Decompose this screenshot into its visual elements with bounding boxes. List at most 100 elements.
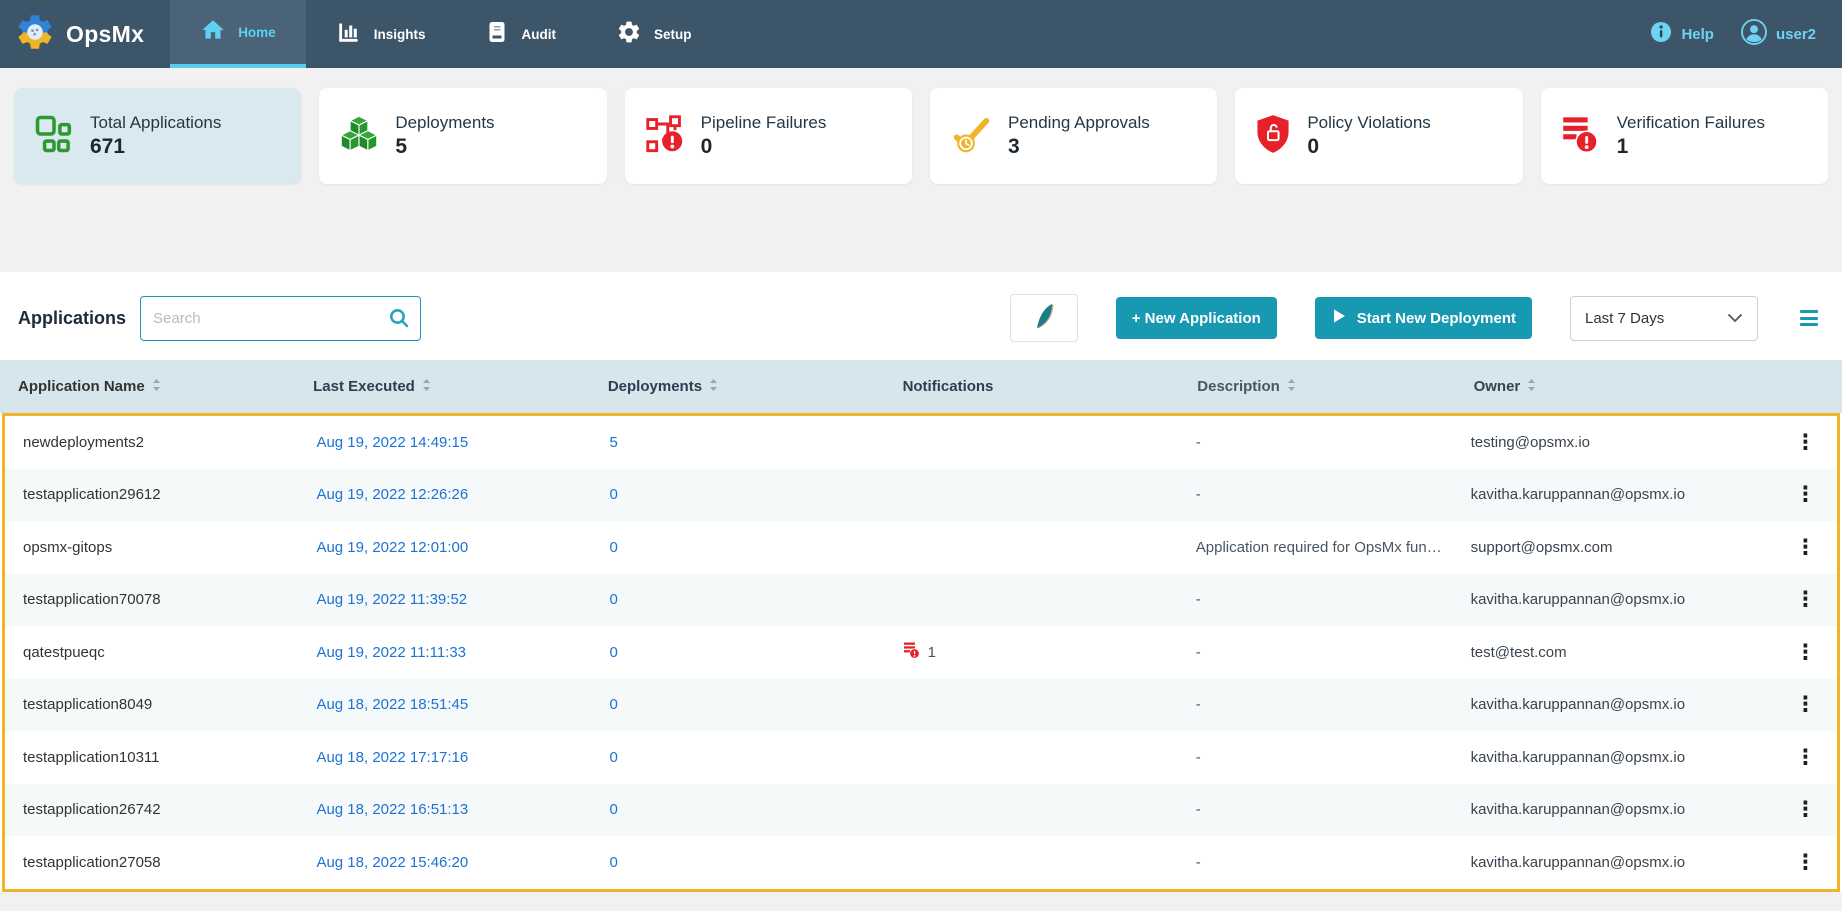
user-menu[interactable]: user2 (1740, 18, 1816, 50)
column-label: Application Name (18, 378, 145, 395)
nav-tab-insights[interactable]: Insights (306, 0, 456, 68)
description-cell: - (1196, 644, 1201, 661)
last-executed-link[interactable]: Aug 18, 2022 15:46:20 (316, 854, 468, 871)
card-label: Policy Violations (1307, 113, 1430, 133)
sort-icon[interactable] (422, 378, 431, 396)
start-new-deployment-button[interactable]: Start New Deployment (1315, 297, 1532, 339)
description-cell: - (1196, 591, 1201, 608)
cubes-icon (339, 114, 379, 159)
table-row[interactable]: testapplication8049 Aug 18, 2022 18:51:4… (5, 679, 1837, 732)
table-row[interactable]: qatestpueqc Aug 19, 2022 11:11:33 0 1 (5, 626, 1837, 679)
search-input[interactable] (140, 296, 421, 341)
row-kebab-menu-icon[interactable]: ⋮ (1789, 535, 1822, 560)
last-executed-link[interactable]: Aug 18, 2022 17:17:16 (316, 749, 468, 766)
card-total-applications[interactable]: Total Applications 671 (14, 88, 301, 184)
deployments-count-link[interactable]: 0 (610, 486, 618, 503)
help-button[interactable]: Help (1649, 20, 1714, 48)
column-header-owner[interactable]: Owner (1474, 378, 1787, 396)
owner-cell: testing@opsmx.io (1471, 434, 1590, 451)
owner-cell: test@test.com (1471, 644, 1567, 661)
start-deploy-label: Start New Deployment (1357, 310, 1516, 327)
deployments-count-link[interactable]: 0 (610, 749, 618, 766)
user-label: user2 (1776, 26, 1816, 43)
spinnaker-sail-button[interactable] (1010, 294, 1078, 342)
row-kebab-menu-icon[interactable]: ⋮ (1789, 430, 1822, 455)
table-row[interactable]: testapplication70078 Aug 19, 2022 11:39:… (5, 574, 1837, 627)
last-executed-link[interactable]: Aug 19, 2022 12:01:00 (316, 539, 468, 556)
last-executed-link[interactable]: Aug 19, 2022 11:39:52 (316, 591, 467, 608)
table-row[interactable]: newdeployments2 Aug 19, 2022 14:49:15 5 (5, 416, 1837, 469)
deployments-count-link[interactable]: 0 (610, 696, 618, 713)
table-header: Application Name Last Executed Deploymen… (0, 360, 1842, 413)
card-pipeline-failures[interactable]: Pipeline Failures 0 (625, 88, 912, 184)
card-verification-failures[interactable]: Verification Failures 1 (1541, 88, 1828, 184)
sort-icon[interactable] (1287, 378, 1296, 396)
application-name-cell: testapplication8049 (5, 696, 316, 713)
row-kebab-menu-icon[interactable]: ⋮ (1789, 692, 1822, 717)
deployments-count-link[interactable]: 0 (610, 591, 618, 608)
column-header-description[interactable]: Description (1197, 378, 1473, 396)
nav-tab-setup-label: Setup (654, 27, 692, 42)
application-name-cell: newdeployments2 (5, 434, 316, 451)
sail-icon (1031, 301, 1057, 336)
new-application-button[interactable]: + New Application (1116, 297, 1277, 339)
row-kebab-menu-icon[interactable]: ⋮ (1789, 640, 1822, 665)
description-cell: - (1196, 854, 1201, 871)
last-executed-link[interactable]: Aug 18, 2022 16:51:13 (316, 801, 468, 818)
list-menu-icon[interactable] (1796, 306, 1822, 330)
last-executed-link[interactable]: Aug 18, 2022 18:51:45 (316, 696, 468, 713)
owner-cell: kavitha.karuppannan@opsmx.io (1471, 749, 1686, 766)
row-kebab-menu-icon[interactable]: ⋮ (1789, 797, 1822, 822)
sort-icon[interactable] (1527, 378, 1536, 396)
sort-icon[interactable] (152, 378, 161, 396)
last-executed-link[interactable]: Aug 19, 2022 12:26:26 (316, 486, 468, 503)
application-name-cell: testapplication27058 (5, 854, 316, 871)
table-row[interactable]: testapplication26742 Aug 18, 2022 16:51:… (5, 784, 1837, 837)
verification-failure-badge[interactable]: 1 (903, 641, 936, 663)
nav-tab-setup[interactable]: Setup (586, 0, 722, 68)
pipeline-error-icon (645, 114, 685, 159)
sort-icon[interactable] (709, 378, 718, 396)
brand[interactable]: OpsMx (0, 0, 170, 68)
row-kebab-menu-icon[interactable]: ⋮ (1789, 850, 1822, 875)
deployments-count-link[interactable]: 0 (610, 644, 618, 661)
description-cell: - (1196, 801, 1201, 818)
description-cell: Application required for OpsMx fun… (1196, 539, 1442, 556)
row-kebab-menu-icon[interactable]: ⋮ (1789, 482, 1822, 507)
card-policy-violations[interactable]: Policy Violations 0 (1235, 88, 1522, 184)
row-kebab-menu-icon[interactable]: ⋮ (1789, 745, 1822, 770)
deployments-count-link[interactable]: 0 (610, 801, 618, 818)
shield-unlock-icon (1255, 114, 1291, 159)
last-executed-link[interactable]: Aug 19, 2022 14:49:15 (316, 434, 468, 451)
play-icon (1331, 308, 1347, 328)
card-deployments[interactable]: Deployments 5 (319, 88, 606, 184)
row-kebab-menu-icon[interactable]: ⋮ (1789, 587, 1822, 612)
column-header-deployments[interactable]: Deployments (608, 378, 903, 396)
search-icon[interactable] (387, 306, 411, 335)
table-row[interactable]: testapplication29612 Aug 19, 2022 12:26:… (5, 469, 1837, 522)
column-header-last-executed[interactable]: Last Executed (313, 378, 608, 396)
date-filter-dropdown[interactable]: Last 7 Days (1570, 296, 1758, 341)
section-title: Applications (18, 308, 126, 329)
user-avatar-icon (1740, 18, 1768, 50)
last-executed-link[interactable]: Aug 19, 2022 11:11:33 (316, 644, 466, 661)
card-value: 0 (701, 135, 827, 159)
card-value: 1 (1617, 135, 1765, 159)
card-value: 3 (1008, 135, 1150, 159)
nav-tab-audit[interactable]: Audit (455, 0, 586, 68)
table-row[interactable]: testapplication10311 Aug 18, 2022 17:17:… (5, 731, 1837, 784)
table-row[interactable]: opsmx-gitops Aug 19, 2022 12:01:00 0 (5, 521, 1837, 574)
deployments-count-link[interactable]: 5 (610, 434, 618, 451)
stats-cards: Total Applications 671 Deployments 5 (0, 68, 1842, 184)
card-pending-approvals[interactable]: Pending Approvals 3 (930, 88, 1217, 184)
table-row[interactable]: testapplication27058 Aug 18, 2022 15:46:… (5, 836, 1837, 889)
nav-tabs: Home Insights Audit (170, 0, 721, 68)
gear-icon (616, 19, 642, 50)
approval-check-clock-icon (950, 114, 992, 159)
deployments-count-link[interactable]: 0 (610, 539, 618, 556)
card-label: Pending Approvals (1008, 113, 1150, 133)
nav-tab-home[interactable]: Home (170, 0, 306, 68)
column-header-application-name[interactable]: Application Name (0, 378, 313, 396)
deployments-count-link[interactable]: 0 (610, 854, 618, 871)
book-icon (485, 20, 509, 49)
